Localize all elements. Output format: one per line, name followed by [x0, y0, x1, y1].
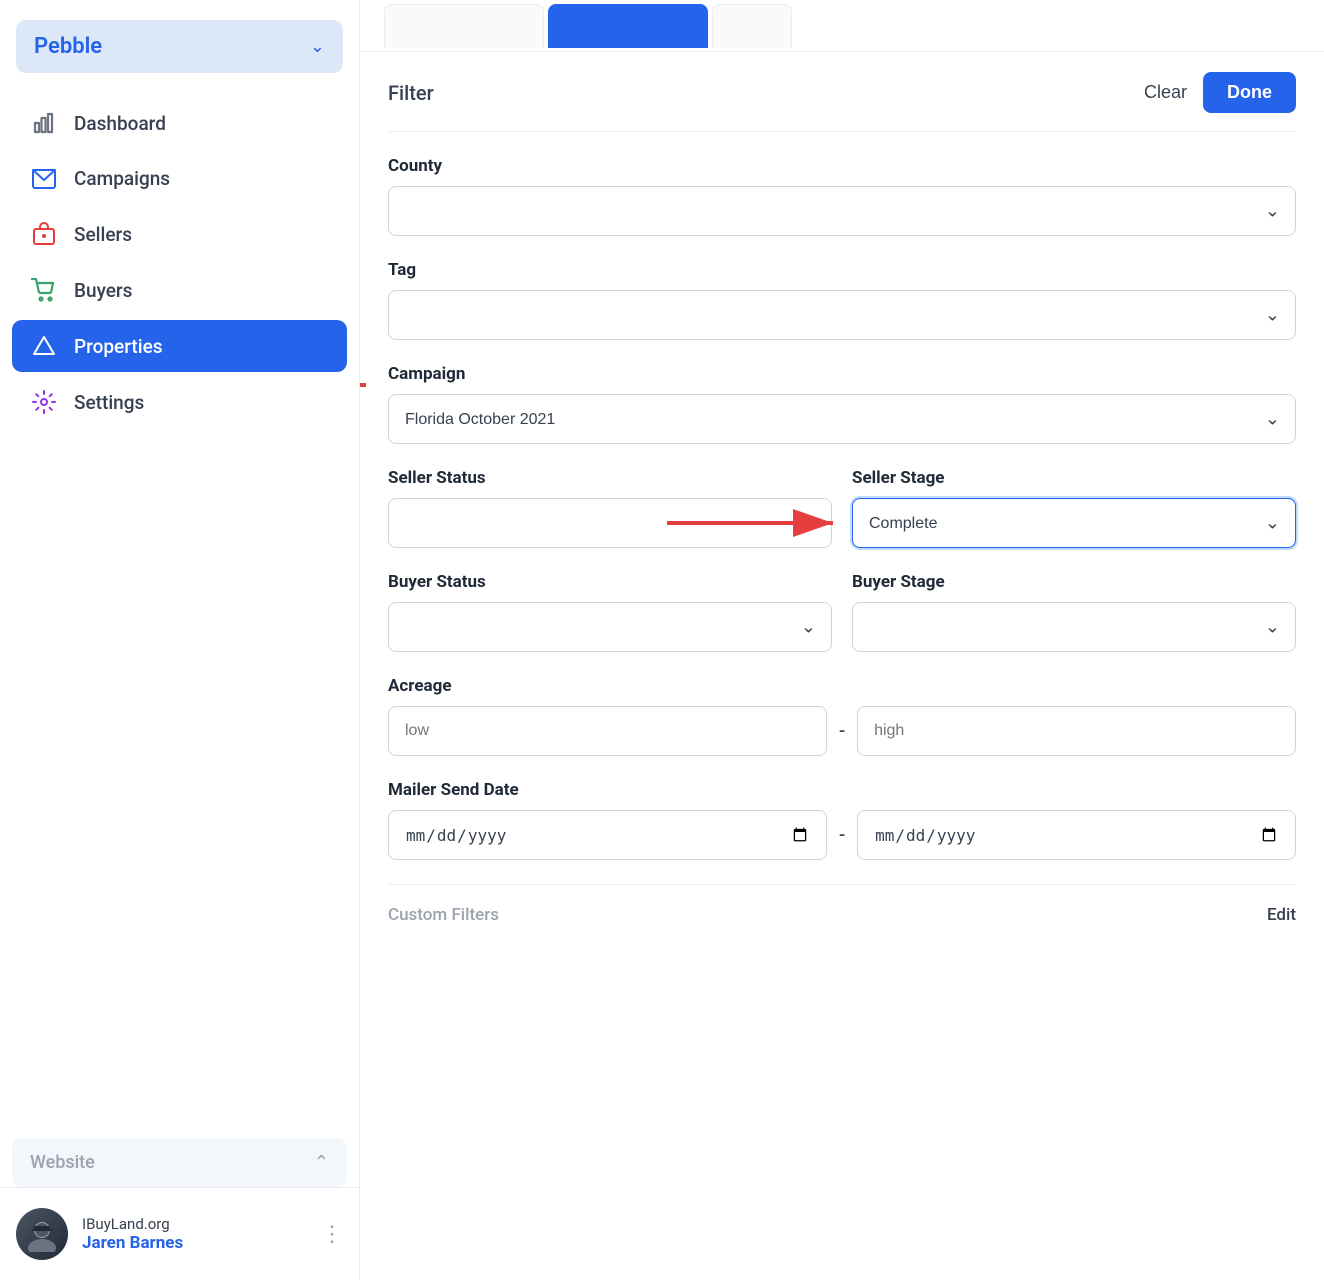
buyer-status-select-wrapper: ⌄ [388, 602, 832, 652]
clear-button[interactable]: Clear [1144, 82, 1187, 103]
sidebar-nav: Dashboard Campaigns [0, 97, 359, 1122]
user-name: Jaren Barnes [82, 1233, 307, 1253]
custom-filters-edit-button[interactable]: Edit [1267, 905, 1296, 925]
buyer-status-label: Buyer Status [388, 572, 832, 592]
seller-stage-select-wrapper: Complete ⌄ [852, 498, 1296, 548]
acreage-high-input[interactable] [857, 706, 1296, 756]
sidebar: Pebble ⌄ Dashboard Campaig [0, 0, 360, 1280]
avatar-image [16, 1208, 68, 1260]
buyer-stage-select-wrapper: ⌄ [852, 602, 1296, 652]
brand-selector[interactable]: Pebble ⌄ [16, 20, 343, 73]
seller-status-label: Seller Status [388, 468, 832, 488]
custom-filters-row: Custom Filters Edit [388, 884, 1296, 945]
campaign-select-wrapper: Florida October 2021 ⌄ [388, 394, 1296, 444]
mailer-date-from-input[interactable] [388, 810, 827, 860]
sidebar-item-campaigns[interactable]: Campaigns [12, 153, 347, 204]
seller-row: Seller Status ⌄ Seller Stage Complete [388, 468, 1296, 572]
done-button[interactable]: Done [1203, 72, 1296, 113]
buyer-row: Buyer Status ⌄ Buyer Stage ⌄ [388, 572, 1296, 676]
sidebar-item-sellers[interactable]: Sellers [12, 208, 347, 260]
seller-stage-label: Seller Stage [852, 468, 1296, 488]
mailer-date-range: - [388, 810, 1296, 860]
county-label: County [388, 156, 1296, 176]
sidebar-item-dashboard[interactable]: Dashboard [12, 97, 347, 149]
bar-chart-icon [30, 111, 58, 135]
tag-label: Tag [388, 260, 1296, 280]
buyer-status-field: Buyer Status ⌄ [388, 572, 832, 652]
mailer-date-label: Mailer Send Date [388, 780, 1296, 800]
tag-select[interactable] [388, 290, 1296, 340]
mailer-date-field: Mailer Send Date - [388, 780, 1296, 860]
sidebar-item-buyers[interactable]: Buyers [12, 264, 347, 316]
website-section-toggle[interactable]: Website ⌃ [12, 1138, 347, 1187]
buyer-stage-select[interactable] [852, 602, 1296, 652]
user-org: IBuyLand.org [82, 1215, 307, 1233]
website-section: Website ⌃ [12, 1138, 347, 1187]
avatar [16, 1208, 68, 1260]
buyer-status-select[interactable] [388, 602, 832, 652]
acreage-low-input[interactable] [388, 706, 827, 756]
triangle-icon [30, 334, 58, 358]
bag-icon [30, 222, 58, 246]
sidebar-item-properties[interactable]: Properties [12, 320, 347, 372]
acreage-range: - [388, 706, 1296, 756]
seller-status-select[interactable] [388, 498, 832, 548]
buyer-stage-field: Buyer Stage ⌄ [852, 572, 1296, 652]
tab-2[interactable] [548, 4, 708, 48]
filter-title: Filter [388, 81, 434, 105]
campaign-label: Campaign [388, 364, 1296, 384]
sidebar-item-label-sellers: Sellers [74, 223, 132, 246]
seller-stage-select[interactable]: Complete [852, 498, 1296, 548]
user-menu-dots[interactable]: ⋮ [321, 1222, 343, 1247]
filter-header: Filter Clear Done [388, 52, 1296, 132]
campaign-field: Campaign Florida October 2021 ⌄ [388, 364, 1296, 444]
mail-icon [30, 169, 58, 189]
custom-filters-label: Custom Filters [388, 905, 499, 925]
county-select[interactable] [388, 186, 1296, 236]
seller-stage-field: Seller Stage Complete ⌄ [852, 468, 1296, 548]
sidebar-item-settings[interactable]: Settings [12, 376, 347, 428]
buyer-stage-label: Buyer Stage [852, 572, 1296, 592]
tabs-bar [360, 0, 1324, 52]
sidebar-item-label-buyers: Buyers [74, 279, 132, 302]
campaign-select[interactable]: Florida October 2021 [388, 394, 1296, 444]
campaign-arrow-annotation [360, 368, 378, 402]
sidebar-item-label-properties: Properties [74, 335, 163, 358]
mailer-date-to-input[interactable] [857, 810, 1296, 860]
tag-select-wrapper: ⌄ [388, 290, 1296, 340]
brand-name: Pebble [34, 34, 102, 59]
county-select-wrapper: ⌄ [388, 186, 1296, 236]
tab-3[interactable] [712, 4, 792, 48]
mailer-date-separator: - [839, 825, 845, 846]
website-section-label: Website [30, 1152, 95, 1173]
main-content: Filter Clear Done County ⌄ Tag [360, 0, 1324, 1280]
acreage-range-separator: - [839, 721, 845, 742]
tab-1[interactable] [384, 4, 544, 48]
user-info: IBuyLand.org Jaren Barnes [82, 1215, 307, 1253]
filter-actions: Clear Done [1144, 72, 1296, 113]
sidebar-item-label-dashboard: Dashboard [74, 112, 166, 135]
cart-icon [30, 278, 58, 302]
tag-field: Tag ⌄ [388, 260, 1296, 340]
filter-panel: Filter Clear Done County ⌄ Tag [360, 52, 1324, 1280]
seller-status-select-wrapper: ⌄ [388, 498, 832, 548]
user-footer: IBuyLand.org Jaren Barnes ⋮ [0, 1187, 359, 1280]
acreage-field: Acreage - [388, 676, 1296, 756]
chevron-up-icon: ⌃ [314, 1152, 329, 1173]
seller-status-field: Seller Status ⌄ [388, 468, 832, 548]
gear-icon [30, 390, 58, 414]
acreage-label: Acreage [388, 676, 1296, 696]
brand-chevron-icon: ⌄ [310, 36, 325, 57]
sidebar-item-label-settings: Settings [74, 391, 144, 414]
sidebar-item-label-campaigns: Campaigns [74, 167, 170, 190]
county-field: County ⌄ [388, 156, 1296, 236]
